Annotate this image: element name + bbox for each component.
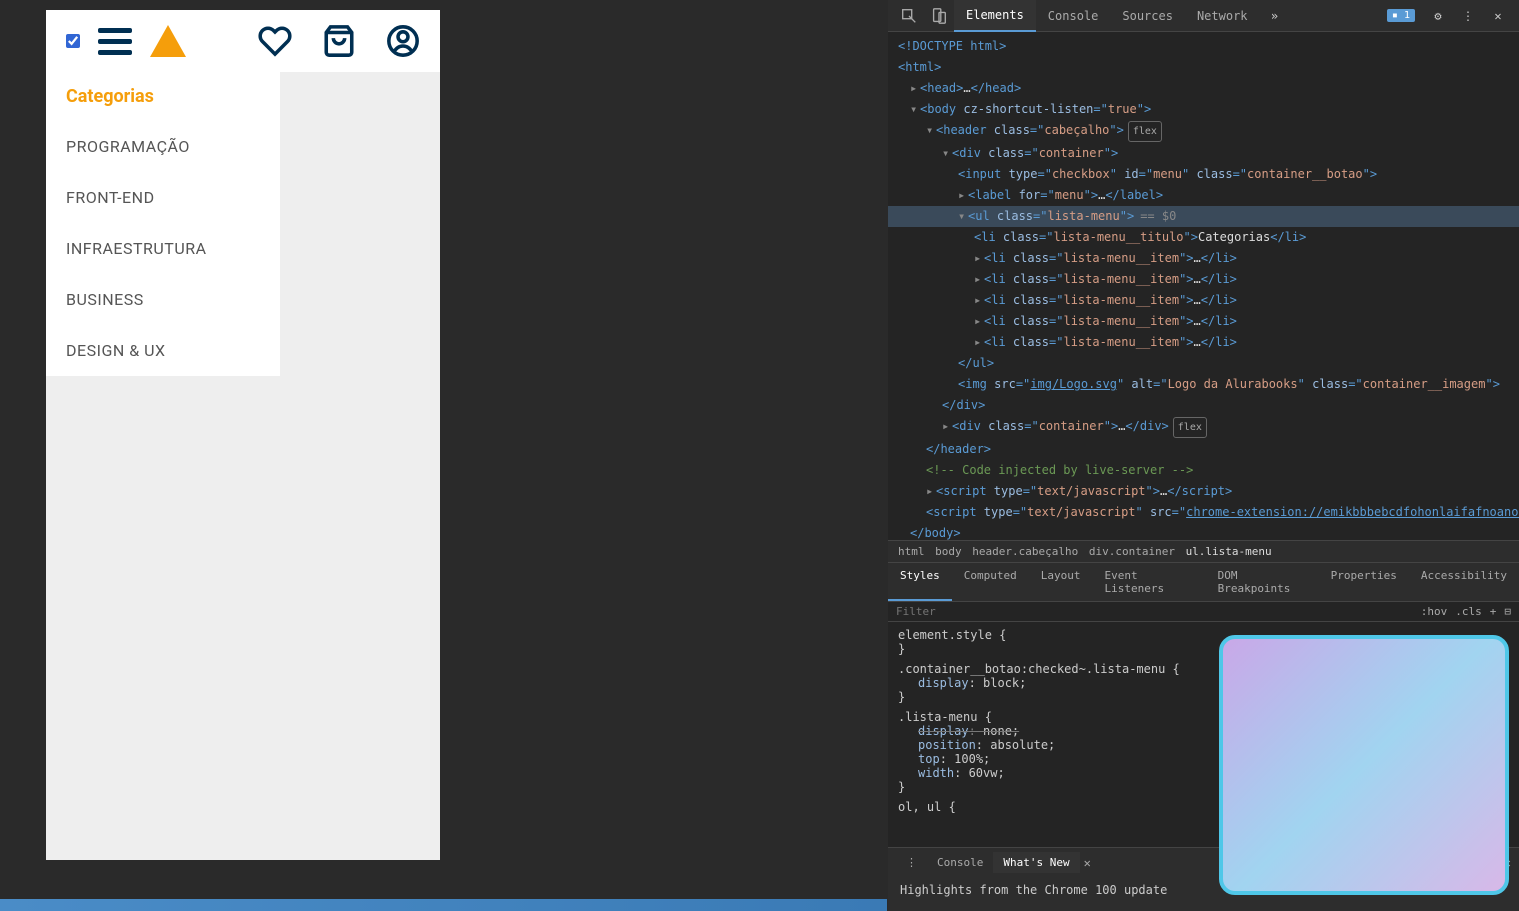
issues-badge[interactable]: ▪ 1	[1387, 9, 1415, 22]
menu-item-infraestrutura[interactable]: INFRAESTRUTURA	[46, 223, 280, 274]
menu-item-frontend[interactable]: FRONT-END	[46, 172, 280, 223]
menu-title: Categorias	[46, 72, 280, 121]
kebab-icon[interactable]: ⋮	[1459, 7, 1477, 25]
tab-network[interactable]: Network	[1185, 1, 1260, 31]
profile-icon[interactable]	[386, 24, 420, 58]
more-tabs-icon[interactable]: »	[1266, 7, 1284, 25]
app-header	[46, 10, 440, 72]
tab-properties[interactable]: Properties	[1319, 563, 1409, 601]
hamburger-icon[interactable]	[98, 28, 132, 55]
tab-elements[interactable]: Elements	[954, 0, 1036, 32]
tab-dombreak[interactable]: DOM Breakpoints	[1206, 563, 1319, 601]
menu-checkbox[interactable]	[66, 34, 80, 48]
webcam-overlay	[1219, 635, 1509, 895]
tab-sources[interactable]: Sources	[1110, 1, 1185, 31]
category-menu: Categorias PROGRAMAÇÃO FRONT-END INFRAES…	[46, 72, 280, 376]
styles-tabbar: Styles Computed Layout Event Listeners D…	[888, 563, 1519, 602]
drawer-whatsnew-tab[interactable]: What's New	[993, 852, 1079, 873]
close-icon[interactable]: ✕	[1489, 7, 1507, 25]
tab-listeners[interactable]: Event Listeners	[1092, 563, 1205, 601]
mobile-viewport: Categorias PROGRAMAÇÃO FRONT-END INFRAES…	[46, 10, 440, 860]
settings-icon[interactable]: ⚙	[1429, 7, 1447, 25]
logo-icon	[150, 25, 186, 57]
tab-computed[interactable]: Computed	[952, 563, 1029, 601]
drawer-menu-icon[interactable]: ⋮	[896, 852, 927, 873]
devtools-tabs: Elements Console Sources Network » ▪ 1 ⚙…	[888, 0, 1519, 32]
selected-element-row[interactable]: ▾<ul class="lista-menu">== $0	[888, 206, 1519, 227]
menu-item-business[interactable]: BUSINESS	[46, 274, 280, 325]
menu-item-programacao[interactable]: PROGRAMAÇÃO	[46, 121, 280, 172]
cart-icon[interactable]	[322, 24, 356, 58]
drawer-console-tab[interactable]: Console	[927, 852, 993, 873]
inspect-icon[interactable]	[900, 7, 918, 25]
new-rule-icon[interactable]: +	[1490, 605, 1497, 618]
favorites-icon[interactable]	[258, 24, 292, 58]
panel-toggle-icon[interactable]: ⊟	[1504, 605, 1511, 618]
drawer-tab-close-icon[interactable]: ✕	[1084, 856, 1091, 870]
tab-console[interactable]: Console	[1036, 1, 1111, 31]
menu-item-design[interactable]: DESIGN & UX	[46, 325, 280, 376]
tab-styles[interactable]: Styles	[888, 563, 952, 601]
styles-filter-input[interactable]	[896, 605, 1413, 618]
tab-layout[interactable]: Layout	[1029, 563, 1093, 601]
cls-toggle[interactable]: .cls	[1455, 605, 1482, 618]
device-toggle-icon[interactable]	[930, 7, 948, 25]
styles-filter-row: :hov .cls + ⊟	[888, 602, 1519, 622]
taskbar	[0, 899, 887, 911]
elements-tree[interactable]: <!DOCTYPE html> <html> ▸<head>…</head> ▾…	[888, 32, 1519, 540]
hov-toggle[interactable]: :hov	[1421, 605, 1448, 618]
breadcrumb[interactable]: html body header.cabeçalho div.container…	[888, 540, 1519, 563]
tab-accessibility[interactable]: Accessibility	[1409, 563, 1519, 601]
